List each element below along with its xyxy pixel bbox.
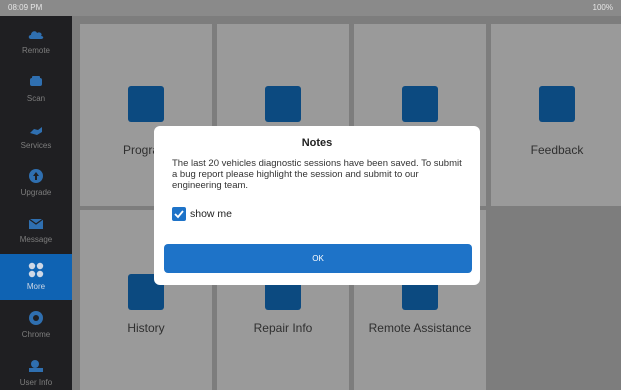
tile-label: History	[127, 321, 165, 335]
user-settings-icon	[29, 360, 43, 372]
sidebar-item-label: User Info	[19, 378, 53, 387]
checkmark-icon	[174, 210, 184, 219]
sidebar-item-label: Message	[19, 235, 53, 244]
sidebar-item-message[interactable]: Message	[0, 207, 72, 253]
sidebar-item-scan[interactable]: Scan	[0, 66, 72, 112]
battery-level: 100%	[592, 3, 613, 12]
sidebar-item-upgrade[interactable]: Upgrade	[0, 160, 72, 206]
tile-label: Remote Assistance	[368, 321, 472, 335]
sidebar-item-user-info[interactable]: User Info	[0, 350, 72, 390]
sidebar-item-label: Upgrade	[20, 188, 52, 197]
battery-icon	[402, 86, 438, 122]
status-bar: 08:09 PM 100%	[0, 0, 621, 16]
sidebar-item-more[interactable]: More	[0, 254, 72, 300]
sidebar-item-label: Scan	[26, 94, 46, 103]
ok-button[interactable]: OK	[164, 244, 472, 273]
notes-dialog: Notes The last 20 vehicles diagnostic se…	[154, 126, 480, 285]
dialog-message: The last 20 vehicles diagnostic sessions…	[172, 158, 462, 191]
tile-label: Repair Info	[253, 321, 313, 335]
cloud-icon	[28, 31, 44, 39]
hand-icon	[30, 127, 42, 135]
grid-icon	[28, 262, 44, 278]
show-me-checkbox[interactable]	[172, 207, 186, 221]
sidebar-item-chrome[interactable]: Chrome	[0, 302, 72, 348]
dialog-title: Notes	[301, 137, 333, 149]
app-window: 08:09 PM 100% Remote Scan Services Upgra…	[0, 0, 621, 390]
sidebar-item-label: Remote	[21, 46, 50, 55]
program-icon	[128, 86, 164, 122]
tile-label: Feedback	[530, 143, 584, 157]
car-icon	[30, 76, 42, 86]
chrome-icon	[29, 311, 43, 325]
feedback-icon	[539, 86, 575, 122]
wireless-car-icon	[265, 86, 301, 122]
sidebar-item-remote[interactable]: Remote	[0, 18, 72, 64]
status-time: 08:09 PM	[8, 3, 43, 12]
tile-feedback[interactable]: Feedback	[491, 24, 621, 206]
upload-cloud-icon	[29, 169, 43, 183]
sidebar-item-label: Services	[20, 141, 52, 150]
show-me-label[interactable]: show me	[190, 208, 232, 220]
sidebar-item-services[interactable]: Services	[0, 113, 72, 159]
sidebar: Remote Scan Services Upgrade Message Mor…	[0, 16, 72, 390]
sidebar-item-label: More	[26, 282, 46, 291]
sidebar-item-label: Chrome	[21, 330, 51, 339]
envelope-icon	[28, 218, 44, 229]
